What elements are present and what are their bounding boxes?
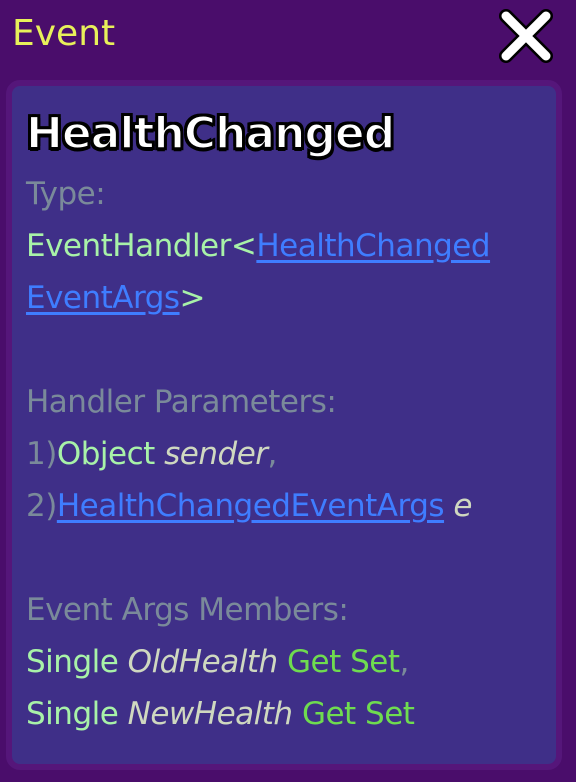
type-suffix: > (179, 280, 206, 316)
close-button[interactable] (498, 8, 554, 64)
param-name: sender (164, 436, 268, 472)
param-row: 2)HealthChangedEventArgs e (26, 484, 472, 528)
type-line: EventHandler<HealthChanged (26, 224, 491, 268)
param-separator: , (267, 436, 278, 472)
members-label: Event Args Members: (26, 592, 349, 628)
param-name: e (453, 488, 472, 524)
member-name: OldHealth (127, 644, 279, 680)
type-link-healthchangedeventargs[interactable]: HealthChanged (256, 228, 490, 264)
param-type: Object (56, 436, 155, 472)
type-label: Type: (26, 176, 106, 212)
param-type-link[interactable]: HealthChangedEventArgs (57, 488, 445, 524)
close-x-icon (499, 9, 553, 63)
handler-params-label: Handler Parameters: (26, 384, 337, 420)
member-separator: , (399, 644, 410, 680)
window-title: Event (12, 13, 116, 54)
member-access: Get Set (301, 696, 415, 732)
event-details-panel: HealthChanged Type: EventHandler<HealthC… (6, 80, 562, 770)
param-index: 2) (26, 488, 57, 524)
member-access: Get Set (287, 644, 400, 680)
event-window: Event HealthChanged Type: EventHandler<H… (0, 0, 576, 782)
param-row: 1)Object sender, (26, 432, 277, 476)
event-name-heading: HealthChanged (25, 107, 396, 160)
member-name: NewHealth (127, 696, 293, 732)
member-type: Single (26, 644, 119, 680)
param-index: 1) (26, 436, 57, 472)
type-prefix: EventHandler< (26, 228, 257, 264)
member-row: Single OldHealth Get Set, (26, 640, 409, 684)
member-type: Single (26, 696, 119, 732)
member-row: Single NewHealth Get Set (26, 692, 415, 736)
type-line-continued: EventArgs> (26, 276, 206, 320)
type-link-healthchangedeventargs-cont[interactable]: EventArgs (26, 280, 180, 316)
